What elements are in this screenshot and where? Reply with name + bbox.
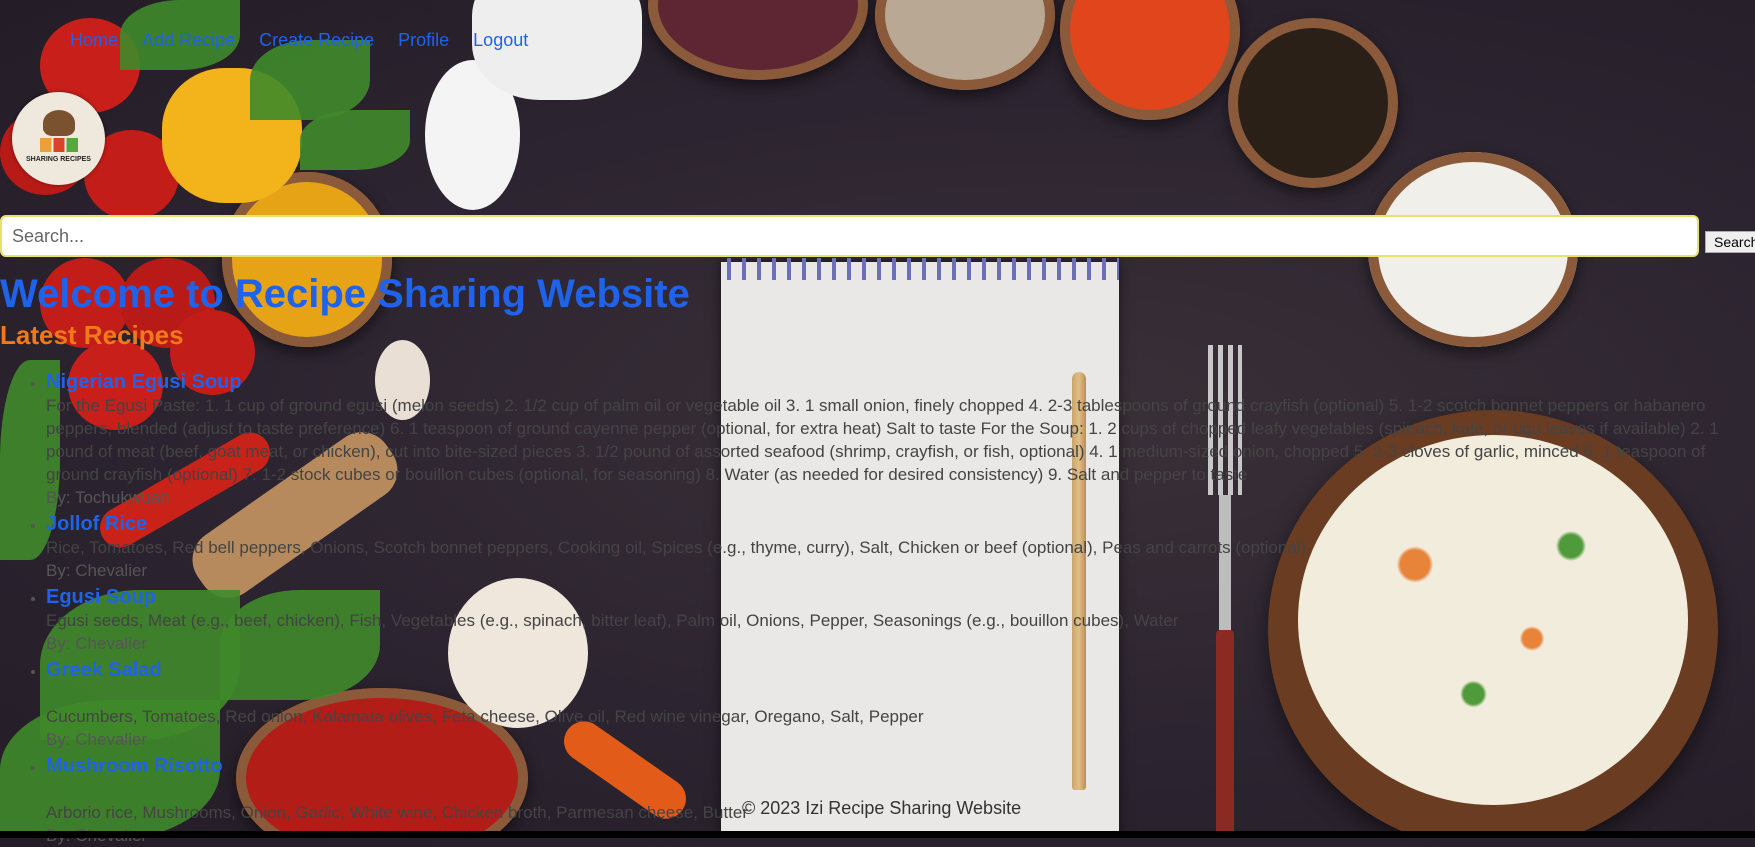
recipe-author: By: Tochukwuan	[46, 488, 170, 507]
page-footer: © 2023 Izi Recipe Sharing Website	[742, 798, 1022, 818]
spice-jars-icon	[40, 138, 78, 152]
recipe-author: By: Chevalier	[46, 634, 148, 653]
recipe-author: By: Chevalier	[46, 730, 148, 749]
nav-add-recipe-link[interactable]: Add Recipe	[142, 30, 235, 51]
recipe-title-link[interactable]: Egusi Soup	[46, 586, 1755, 609]
chef-icon	[43, 110, 75, 136]
herb-leaf	[250, 40, 370, 120]
spice-bowl-pepper	[875, 0, 1055, 90]
list-item: Nigerian Egusi Soup For the Egusi Paste:…	[46, 371, 1755, 509]
peppercorn-bowl	[1228, 18, 1398, 188]
spice-bowl-paprika	[1060, 0, 1240, 120]
page-title: Welcome to Recipe Sharing Website	[0, 272, 690, 316]
search-input[interactable]	[0, 215, 1699, 257]
herb-leaf	[300, 110, 410, 170]
logo-text: SHARING RECIPES	[26, 156, 91, 163]
list-item: Jollof Rice Rice, Tomatoes, Red bell pep…	[46, 513, 1755, 582]
nav-profile-link[interactable]: Profile	[398, 30, 449, 51]
recipe-title-link[interactable]: Mushroom Risotto	[46, 755, 1755, 778]
site-logo[interactable]: SHARING RECIPES	[12, 92, 105, 185]
main-nav: Home Add Recipe Create Recipe Profile Lo…	[70, 30, 552, 51]
recipe-title-link[interactable]: Greek Salad	[46, 659, 1755, 682]
recipe-list: Nigerian Egusi Soup For the Egusi Paste:…	[0, 367, 1755, 847]
search-button[interactable]: Search	[1705, 231, 1755, 253]
list-item: Egusi Soup Egusi seeds, Meat (e.g., beef…	[46, 586, 1755, 655]
recipe-ingredients: For the Egusi Paste: 1. 1 cup of ground …	[46, 396, 1719, 484]
notepad-spiral	[721, 258, 1119, 280]
recipe-ingredients: Rice, Tomatoes, Red bell peppers, Onions…	[46, 538, 1307, 557]
recipe-title-link[interactable]: Nigerian Egusi Soup	[46, 371, 1755, 394]
list-item: Greek Salad Cucumbers, Tomatoes, Red oni…	[46, 659, 1755, 751]
recipe-ingredients: Cucumbers, Tomatoes, Red onion, Kalamata…	[46, 707, 924, 726]
recipe-author: By: Chevalier	[46, 561, 148, 580]
bottom-edge-bar	[0, 831, 1755, 838]
nav-create-recipe-link[interactable]: Create Recipe	[259, 30, 374, 51]
nav-home-link[interactable]: Home	[70, 30, 118, 51]
recipe-ingredients: Egusi seeds, Meat (e.g., beef, chicken),…	[46, 611, 1179, 630]
latest-recipes-heading: Latest Recipes	[0, 320, 184, 350]
recipe-spacer	[46, 682, 1755, 705]
recipe-title-link[interactable]: Jollof Rice	[46, 513, 1755, 536]
spice-bowl-dark	[648, 0, 868, 80]
nav-logout-link[interactable]: Logout	[473, 30, 528, 51]
